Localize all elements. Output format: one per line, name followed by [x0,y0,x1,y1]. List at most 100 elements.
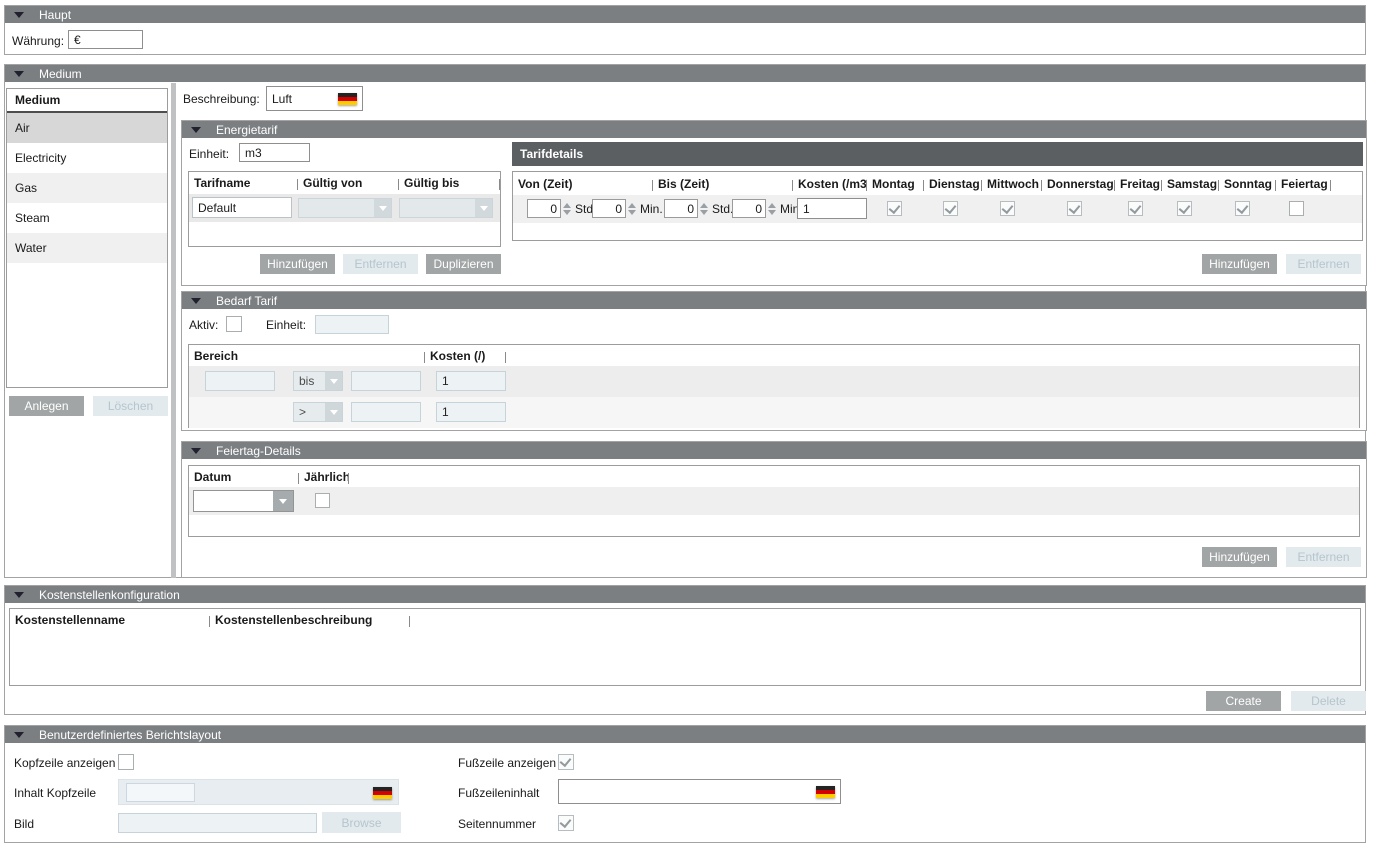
tarifname-input[interactable]: Default [192,197,292,218]
inhalt-kopfzeile-label: Inhalt Kopfzeile [14,786,96,800]
col-bis-zeit: Bis (Zeit) [653,177,793,191]
aktiv-checkbox[interactable] [226,316,242,332]
gueltig-bis-dropdown [399,198,493,218]
feiertag-checkbox[interactable] [1289,201,1304,216]
col-donnerstag: Donnerstag [1042,177,1115,191]
montag-checkbox [887,201,902,216]
bis-hours-spinner[interactable]: 0 Std. [664,199,733,218]
collapse-triangle-icon [191,298,201,304]
samstag-checkbox [1177,201,1192,216]
unit-input[interactable]: m3 [239,143,310,162]
bedarf-unit-input [315,315,389,334]
chevron-down-icon [325,403,342,421]
kopfzeile-anzeigen-checkbox[interactable] [118,754,134,770]
col-datum: Datum [189,470,299,484]
section-title: Feiertag-Details [216,444,301,458]
anlegen-button[interactable]: Anlegen [9,396,84,416]
section-title: Medium [39,67,82,81]
bis-minutes-spinner[interactable]: 0 Min. [732,199,803,218]
inhalt-kopfzeile-inner-input [126,783,195,802]
col-kostenstellenbeschreibung: Kostenstellenbeschreibung [210,613,410,627]
donnerstag-checkbox [1067,201,1082,216]
bedarf-row-1: bis 1 [189,366,1359,397]
col-bereich: Bereich [189,349,425,363]
tarifdetails-table: Von (Zeit) Bis (Zeit) Kosten (/m3) Monta… [512,171,1363,241]
col-jaehrlich: Jährlich [299,470,349,484]
chevron-down-icon [325,372,342,390]
description-value: Luft [272,92,292,106]
collapse-triangle-icon [14,592,24,598]
description-label: Beschreibung: [183,92,260,106]
list-item-water[interactable]: Water [7,233,167,263]
create-button[interactable]: Create [1206,691,1281,711]
bild-label: Bild [14,817,34,831]
von-hours-value[interactable]: 0 [527,199,561,218]
spinner-arrows-icon[interactable] [768,203,776,215]
spinner-arrows-icon[interactable] [628,203,636,215]
tarifdetails-remove-button: Entfernen [1286,254,1361,274]
currency-input[interactable]: € [68,30,143,49]
section-title: Bedarf Tarif [216,294,277,308]
section-kostenstellen: Kostenstellenkonfiguration Kostenstellen… [4,585,1366,715]
mittwoch-checkbox [1000,201,1015,216]
von-minutes-spinner[interactable]: 0 Min. [592,199,663,218]
spinner-arrows-icon[interactable] [563,203,571,215]
bedarf-table: Bereich Kosten (/) bis 1 [188,344,1360,428]
jaehrlich-checkbox[interactable] [315,493,330,508]
col-von-zeit: Von (Zeit) [513,177,653,191]
bis-hours-value[interactable]: 0 [664,199,698,218]
feiertag-add-button[interactable]: Hinzufügen [1202,547,1277,567]
col-mittwoch: Mittwoch [982,177,1042,191]
bereich-op2-dropdown: > [293,402,343,422]
aktiv-label: Aktiv: [189,318,218,332]
bild-input [118,813,317,833]
bereich-kosten2-input: 1 [436,402,506,422]
fusszeileninhalt-input[interactable] [558,779,841,804]
list-item-electricity[interactable]: Electricity [7,143,167,173]
section-energietarif: Energietarif Einheit: m3 Tarifname Gülti… [181,120,1367,286]
tariff-add-button[interactable]: Hinzufügen [260,254,335,274]
tarifdetails-header: Tarifdetails [512,142,1363,166]
app-window: Haupt Währung: € Medium Medium Air Elect… [0,0,1376,847]
kosten-value: 1 [803,202,810,216]
bereich-op-dropdown: bis [293,371,343,391]
chevron-down-icon [475,199,492,217]
datum-value [194,491,273,511]
section-feiertag-header[interactable]: Feiertag-Details [182,442,1366,459]
kopfzeile-anzeigen-label: Kopfzeile anzeigen [14,756,115,770]
kostenstellen-table: Kostenstellenname Kostenstellenbeschreib… [9,608,1361,686]
german-flag-icon[interactable] [338,93,357,105]
section-kostenstellen-header[interactable]: Kostenstellenkonfiguration [5,586,1365,603]
unit-label: Einheit: [189,147,229,161]
dienstag-checkbox [943,201,958,216]
german-flag-icon[interactable] [816,786,835,798]
collapse-triangle-icon [14,732,24,738]
seitennummer-label: Seitennummer [458,817,536,831]
splitter[interactable] [171,83,176,578]
chevron-down-icon[interactable] [273,491,293,511]
collapse-triangle-icon [14,71,24,77]
list-item-gas[interactable]: Gas [7,173,167,203]
von-hours-spinner[interactable]: 0 Std. [527,199,596,218]
spinner-arrows-icon[interactable] [700,203,708,215]
currency-value: € [74,33,81,47]
gueltig-bis-value [400,199,475,217]
kosten-input[interactable]: 1 [797,198,867,219]
section-berichtslayout-header[interactable]: Benutzerdefiniertes Berichtslayout [5,726,1365,743]
fusszeile-anzeigen-label: Fußzeile anzeigen [458,756,556,770]
section-haupt: Haupt Währung: € [4,5,1366,55]
section-bedarf-tarif: Bedarf Tarif Aktiv: Einheit: Bereich Kos… [181,291,1367,431]
tariff-duplicate-button[interactable]: Duplizieren [426,254,501,274]
section-energietarif-header[interactable]: Energietarif [182,121,1366,138]
datum-dropdown[interactable] [193,490,294,512]
tarifdetails-add-button[interactable]: Hinzufügen [1202,254,1277,274]
von-minutes-value[interactable]: 0 [592,199,626,218]
section-haupt-header[interactable]: Haupt [5,6,1365,23]
list-item-steam[interactable]: Steam [7,203,167,233]
list-item-air[interactable]: Air [7,113,167,143]
section-medium-header[interactable]: Medium [5,65,1365,82]
section-bedarf-header[interactable]: Bedarf Tarif [182,292,1366,309]
bis-minutes-value[interactable]: 0 [732,199,766,218]
sonntag-checkbox [1235,201,1250,216]
description-input[interactable]: Luft [266,86,363,111]
